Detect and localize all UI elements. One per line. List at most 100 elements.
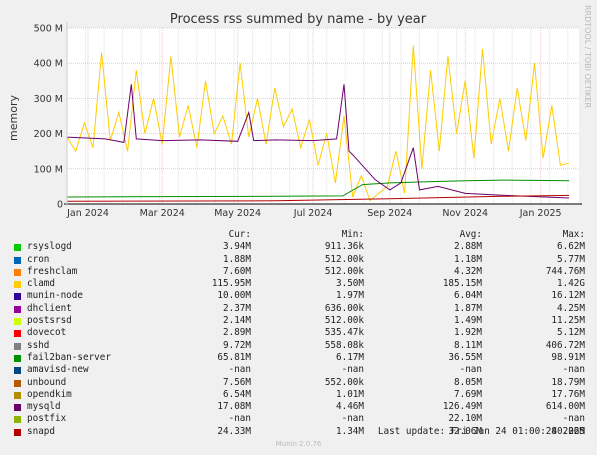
legend-max-value: 18.79M [551,376,585,388]
legend-max-value: 1.42G [557,278,585,290]
legend-series-name: mysqld [27,401,61,413]
legend-swatch [14,367,21,375]
legend-cur-value: 17.08M [217,401,251,413]
legend-series-name: postsrsd [27,315,72,327]
legend-row: freshclam 7.60M 512.00k 4.32M 744.76M [14,266,586,278]
legend-avg-value: 8.05M [454,376,482,388]
legend-max-value: 98.91M [551,351,585,363]
legend-row: clamd 115.95M 3.50M 185.15M 1.42G [14,278,586,290]
legend-avg-value: 1.92M [454,327,482,339]
legend-cur-value: 115.95M [211,278,251,290]
legend-min-value: 1.97M [336,290,364,302]
col-avg-header: Avg: [459,229,482,240]
y-tick-label: 100 M [34,164,63,175]
legend-cur-value: 3.94M [223,241,251,253]
legend-cur-value: 65.81M [217,351,251,363]
legend-avg-value: 4.32M [454,265,482,277]
x-tick-label: Jan 2024 [66,208,109,219]
legend-row: dovecot 2.89M 535.47k 1.92M 5.12M [14,327,586,339]
legend-series-name: dhclient [27,302,72,314]
legend-row: rsyslogd 3.94M 911.36k 2.88M 6.62M [14,241,586,253]
legend-swatch [14,428,21,436]
legend-swatch [14,416,21,424]
legend-cur-value: 7.60M [223,265,251,277]
legend-swatch [14,379,21,387]
rrdtool-credit: RRDTOOL / TOBI OETIKER [583,5,592,108]
legend-avg-value: 6.04M [454,290,482,302]
col-cur-header: Cur: [228,229,251,240]
legend-cur-value: 24.33M [217,425,251,437]
legend-series-name: sshd [27,339,50,351]
legend-min-value: 4.46M [336,401,364,413]
legend-min-value: 911.36k [324,241,364,253]
legend-avg-value: -nan [459,364,482,376]
legend-cur-value: 2.37M [223,302,251,314]
legend-row: mysqld 17.08M 4.46M 126.49M 614.00M [14,401,586,413]
legend-avg-value: 126.49M [442,401,482,413]
legend-swatch [14,293,21,301]
legend-avg-value: 185.15M [442,278,482,290]
legend-min-value: 535.47k [324,327,364,339]
x-tick-label: Jan 2025 [519,208,562,219]
munin-version: Munin 2.0.76 [275,440,322,448]
legend-row: amavisd-new -nan -nan -nan -nan [14,364,586,376]
legend-max-value: 614.00M [545,401,585,413]
legend-avg-value: 7.69M [454,388,482,400]
legend-max-value: 6.62M [557,241,585,253]
y-tick-label: 200 M [34,129,63,140]
legend-series-name: freshclam [27,265,78,277]
legend-swatch [14,281,21,289]
legend-series-name: munin-node [27,290,83,302]
legend-series-name: rsyslogd [27,241,72,253]
legend-swatch [14,404,21,412]
y-axis-ticks: 0 100 M 200 M 300 M 400 M 500 M [34,24,63,211]
legend-avg-value: 1.87M [454,302,482,314]
legend-cur-value: -nan [228,364,251,376]
legend-swatch [14,391,21,399]
chart: Process rss summed by name - by year mem… [7,5,592,219]
legend-min-value: 558.08k [324,339,364,351]
legend-swatch [14,354,21,362]
legend-min-value: -nan [341,413,364,425]
legend-series-name: amavisd-new [27,364,89,376]
legend-cur-value: 1.88M [223,253,251,265]
legend-max-value: 5.77M [557,253,585,265]
legend-row: opendkim 6.54M 1.01M 7.69M 17.76M [14,389,586,401]
legend-avg-value: 36.55M [448,351,482,363]
y-tick-label: 500 M [34,24,63,35]
legend-min-value: 1.01M [336,388,364,400]
legend-series-name: cron [27,253,50,265]
legend-max-value: 744.76M [545,265,585,277]
col-max-header: Max: [562,229,585,240]
x-tick-label: Jul 2024 [293,208,333,219]
legend-swatch [14,244,21,252]
x-tick-label: Nov 2024 [442,208,488,219]
legend-series-name: unbound [27,376,67,388]
legend-min-value: 1.34M [336,425,364,437]
legend-series-name: dovecot [27,327,67,339]
legend-cur-value: -nan [228,413,251,425]
legend-swatch [14,305,21,313]
plot-area [67,28,579,204]
legend-avg-value: 22.10M [448,413,482,425]
x-axis-ticks: Jan 2024 Mar 2024 May 2024 Jul 2024 Sep 2024… [66,208,561,219]
legend-series-name: opendkim [27,388,72,400]
legend-series-name: postfix [27,413,67,425]
legend-cur-value: 2.89M [223,327,251,339]
legend-series-name: clamd [27,278,55,290]
legend-max-value: -nan [562,364,585,376]
legend-max-value: 406.72M [545,339,585,351]
legend-max-value: 11.25M [551,315,585,327]
legend-swatch [14,318,21,326]
legend-min-value: 552.00k [324,376,364,388]
legend-min-value: 6.17M [336,351,364,363]
legend-avg-value: 1.18M [454,253,482,265]
col-min-header: Min: [341,229,364,240]
legend-cur-value: 9.72M [223,339,251,351]
legend-row: dhclient 2.37M 636.00k 1.87M 4.25M [14,303,586,315]
legend-min-value: 512.00k [324,253,364,265]
legend-row: postsrsd 2.14M 512.00k 1.49M 11.25M [14,315,586,327]
chart-title: Process rss summed by name - by year [170,12,427,27]
legend-max-value: 17.76M [551,388,585,400]
legend-min-value: -nan [341,364,364,376]
